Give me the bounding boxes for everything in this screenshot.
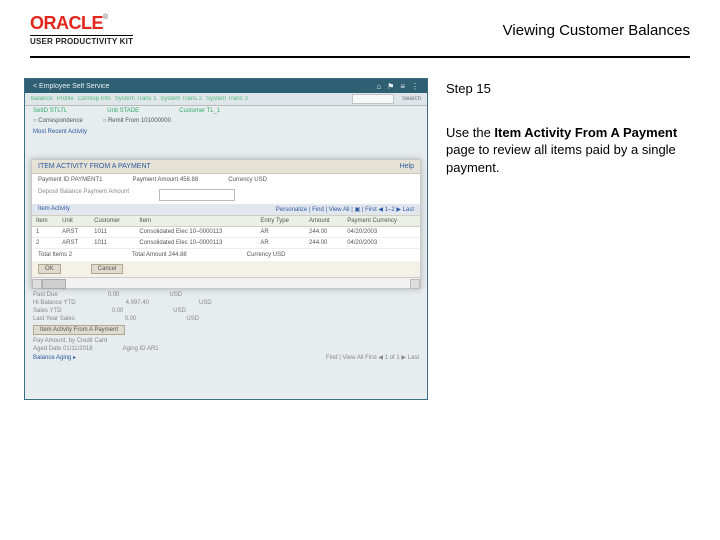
- bg-val: 4,997.40: [126, 300, 149, 306]
- aged-date: Aged Date 01/11/2018: [33, 346, 93, 352]
- grid-toolbar[interactable]: Personalize | Find | View All | ▣ | Firs…: [276, 206, 414, 213]
- page-title: Viewing Customer Balances: [503, 22, 690, 39]
- aging-id: Aging ID AR1: [123, 346, 159, 352]
- section-recent: Most Recent Activity: [25, 126, 427, 138]
- bg-val: 0.00: [112, 308, 124, 314]
- tab-corresp[interactable]: Corresp Info: [78, 96, 111, 102]
- step-label: Step 15: [446, 80, 690, 98]
- item-activity-button[interactable]: Item Activity From A Payment: [33, 325, 125, 335]
- deposit-balance-input[interactable]: [159, 189, 235, 201]
- col-unit: Unit: [58, 216, 90, 227]
- app-topbar: < Employee Self Service ⌂ ⚑ ≡ ⋮: [25, 79, 427, 93]
- bg-label: Hi Balance YTD: [33, 300, 76, 306]
- customer-field: Customer TL_1: [179, 108, 220, 114]
- filter-line: SetID STLTL Unit STADE Customer TL_1: [25, 106, 427, 116]
- table-row[interactable]: 1 ARST 1011 Consolidated Elec 10–0000113…: [32, 227, 420, 238]
- bg-label: Sales YTD: [33, 308, 62, 314]
- col-item: Item: [32, 216, 58, 227]
- deposit-balance-label: Deposit Balance Payment Amount: [38, 189, 129, 201]
- setid-field: SetID STLTL: [33, 108, 67, 114]
- total-items-value: 2: [69, 252, 72, 258]
- activity-grid: Item Unit Customer Item Entry Type Amoun…: [32, 215, 420, 249]
- instr-bold: Item Activity From A Payment: [494, 125, 677, 140]
- cancel-button[interactable]: Cancel: [91, 264, 124, 274]
- brand-tm: ®: [103, 14, 108, 21]
- bg-label: Last Year Sales: [33, 316, 75, 322]
- tab-sys2[interactable]: System Trans 2: [160, 96, 202, 102]
- total-amount-label: Total Amount: [132, 252, 167, 258]
- unit-field: Unit STADE: [107, 108, 139, 114]
- tab-strip: Balance Profile Corresp Info System Tran…: [25, 93, 427, 106]
- instr-prefix: Use the: [446, 125, 494, 140]
- payment-amount-value: 458.88: [180, 177, 198, 183]
- scrollbar-thumb[interactable]: [42, 279, 66, 289]
- search-input[interactable]: [352, 94, 394, 104]
- bg-cur: USD: [173, 308, 186, 314]
- more-icon[interactable]: ⋮: [411, 82, 419, 91]
- modal-title: ITEM ACTIVITY FROM A PAYMENT: [38, 163, 151, 170]
- bg-val: 0.00: [108, 292, 120, 298]
- col-item2: Item: [135, 216, 256, 227]
- col-amt: Amount: [305, 216, 343, 227]
- col-entry: Entry Type: [256, 216, 305, 227]
- step-instruction: Use the Item Activity From A Payment pag…: [446, 124, 690, 177]
- bg-cur: USD: [199, 300, 212, 306]
- flag-icon[interactable]: ⚑: [387, 82, 394, 91]
- menu-icon[interactable]: ≡: [400, 82, 405, 91]
- col-cust: Customer: [90, 216, 135, 227]
- col-paycur: Payment Currency: [343, 216, 420, 227]
- currency-label: Currency: [228, 177, 252, 183]
- balance-aging-section: Balance Aging ▸: [33, 354, 76, 361]
- grid-title: Item Activity: [38, 206, 70, 213]
- pay-amount-label: Pay Amount, by Credit Card: [33, 338, 107, 344]
- topbar-title: < Employee Self Service: [33, 83, 109, 90]
- payment-id-label: Payment ID: [38, 177, 69, 183]
- home-icon[interactable]: ⌂: [376, 82, 381, 91]
- total-amount-value: 244.88: [168, 252, 186, 258]
- help-link[interactable]: Help: [400, 163, 414, 170]
- tab-balance[interactable]: Balance: [31, 96, 53, 102]
- ok-button[interactable]: OK: [38, 264, 61, 274]
- background-details: Outstanding Receivables0.00USD Past Due0…: [25, 279, 427, 399]
- bg-cur: USD: [186, 316, 199, 322]
- table-row[interactable]: 2 ARST 1011 Consolidated Elec 10–0000113…: [32, 238, 420, 249]
- brand-word: ORACLE: [30, 13, 103, 33]
- tab-sys3[interactable]: System Trans 3: [206, 96, 248, 102]
- bg-cur: USD: [169, 292, 182, 298]
- bg-label: Past Due: [33, 292, 58, 298]
- total-cur-label: Currency: [247, 252, 271, 258]
- screenshot-preview: < Employee Self Service ⌂ ⚑ ≡ ⋮ Balance …: [24, 78, 428, 400]
- tab-profile[interactable]: Profile: [57, 96, 74, 102]
- bg-val: 0.00: [125, 316, 137, 322]
- total-cur-value: USD: [273, 252, 286, 258]
- corresp-radio[interactable]: ○ Correspondence: [33, 118, 83, 124]
- currency-value: USD: [254, 177, 267, 183]
- search-button[interactable]: Search: [402, 96, 421, 102]
- radio-line: ○ Correspondence ○ Remit From 101000000: [25, 116, 427, 126]
- oracle-logo: ORACLE® USER PRODUCTIVITY KIT: [30, 14, 133, 46]
- instr-suffix: page to review all items paid by a singl…: [446, 142, 676, 175]
- horizontal-scrollbar[interactable]: [32, 277, 420, 288]
- item-activity-modal: ITEM ACTIVITY FROM A PAYMENT Help Paymen…: [31, 159, 421, 289]
- remit-radio[interactable]: ○ Remit From 101000000: [103, 118, 171, 124]
- tab-sys1[interactable]: System Trans 1: [115, 96, 157, 102]
- upk-label: USER PRODUCTIVITY KIT: [30, 35, 133, 46]
- total-items-label: Total Items: [38, 252, 67, 258]
- pager[interactable]: Find | View All First ◀ 1 of 1 ▶ Last: [326, 354, 419, 361]
- payment-amount-label: Payment Amount: [132, 177, 178, 183]
- payment-id-value: PAYMENT1: [71, 177, 102, 183]
